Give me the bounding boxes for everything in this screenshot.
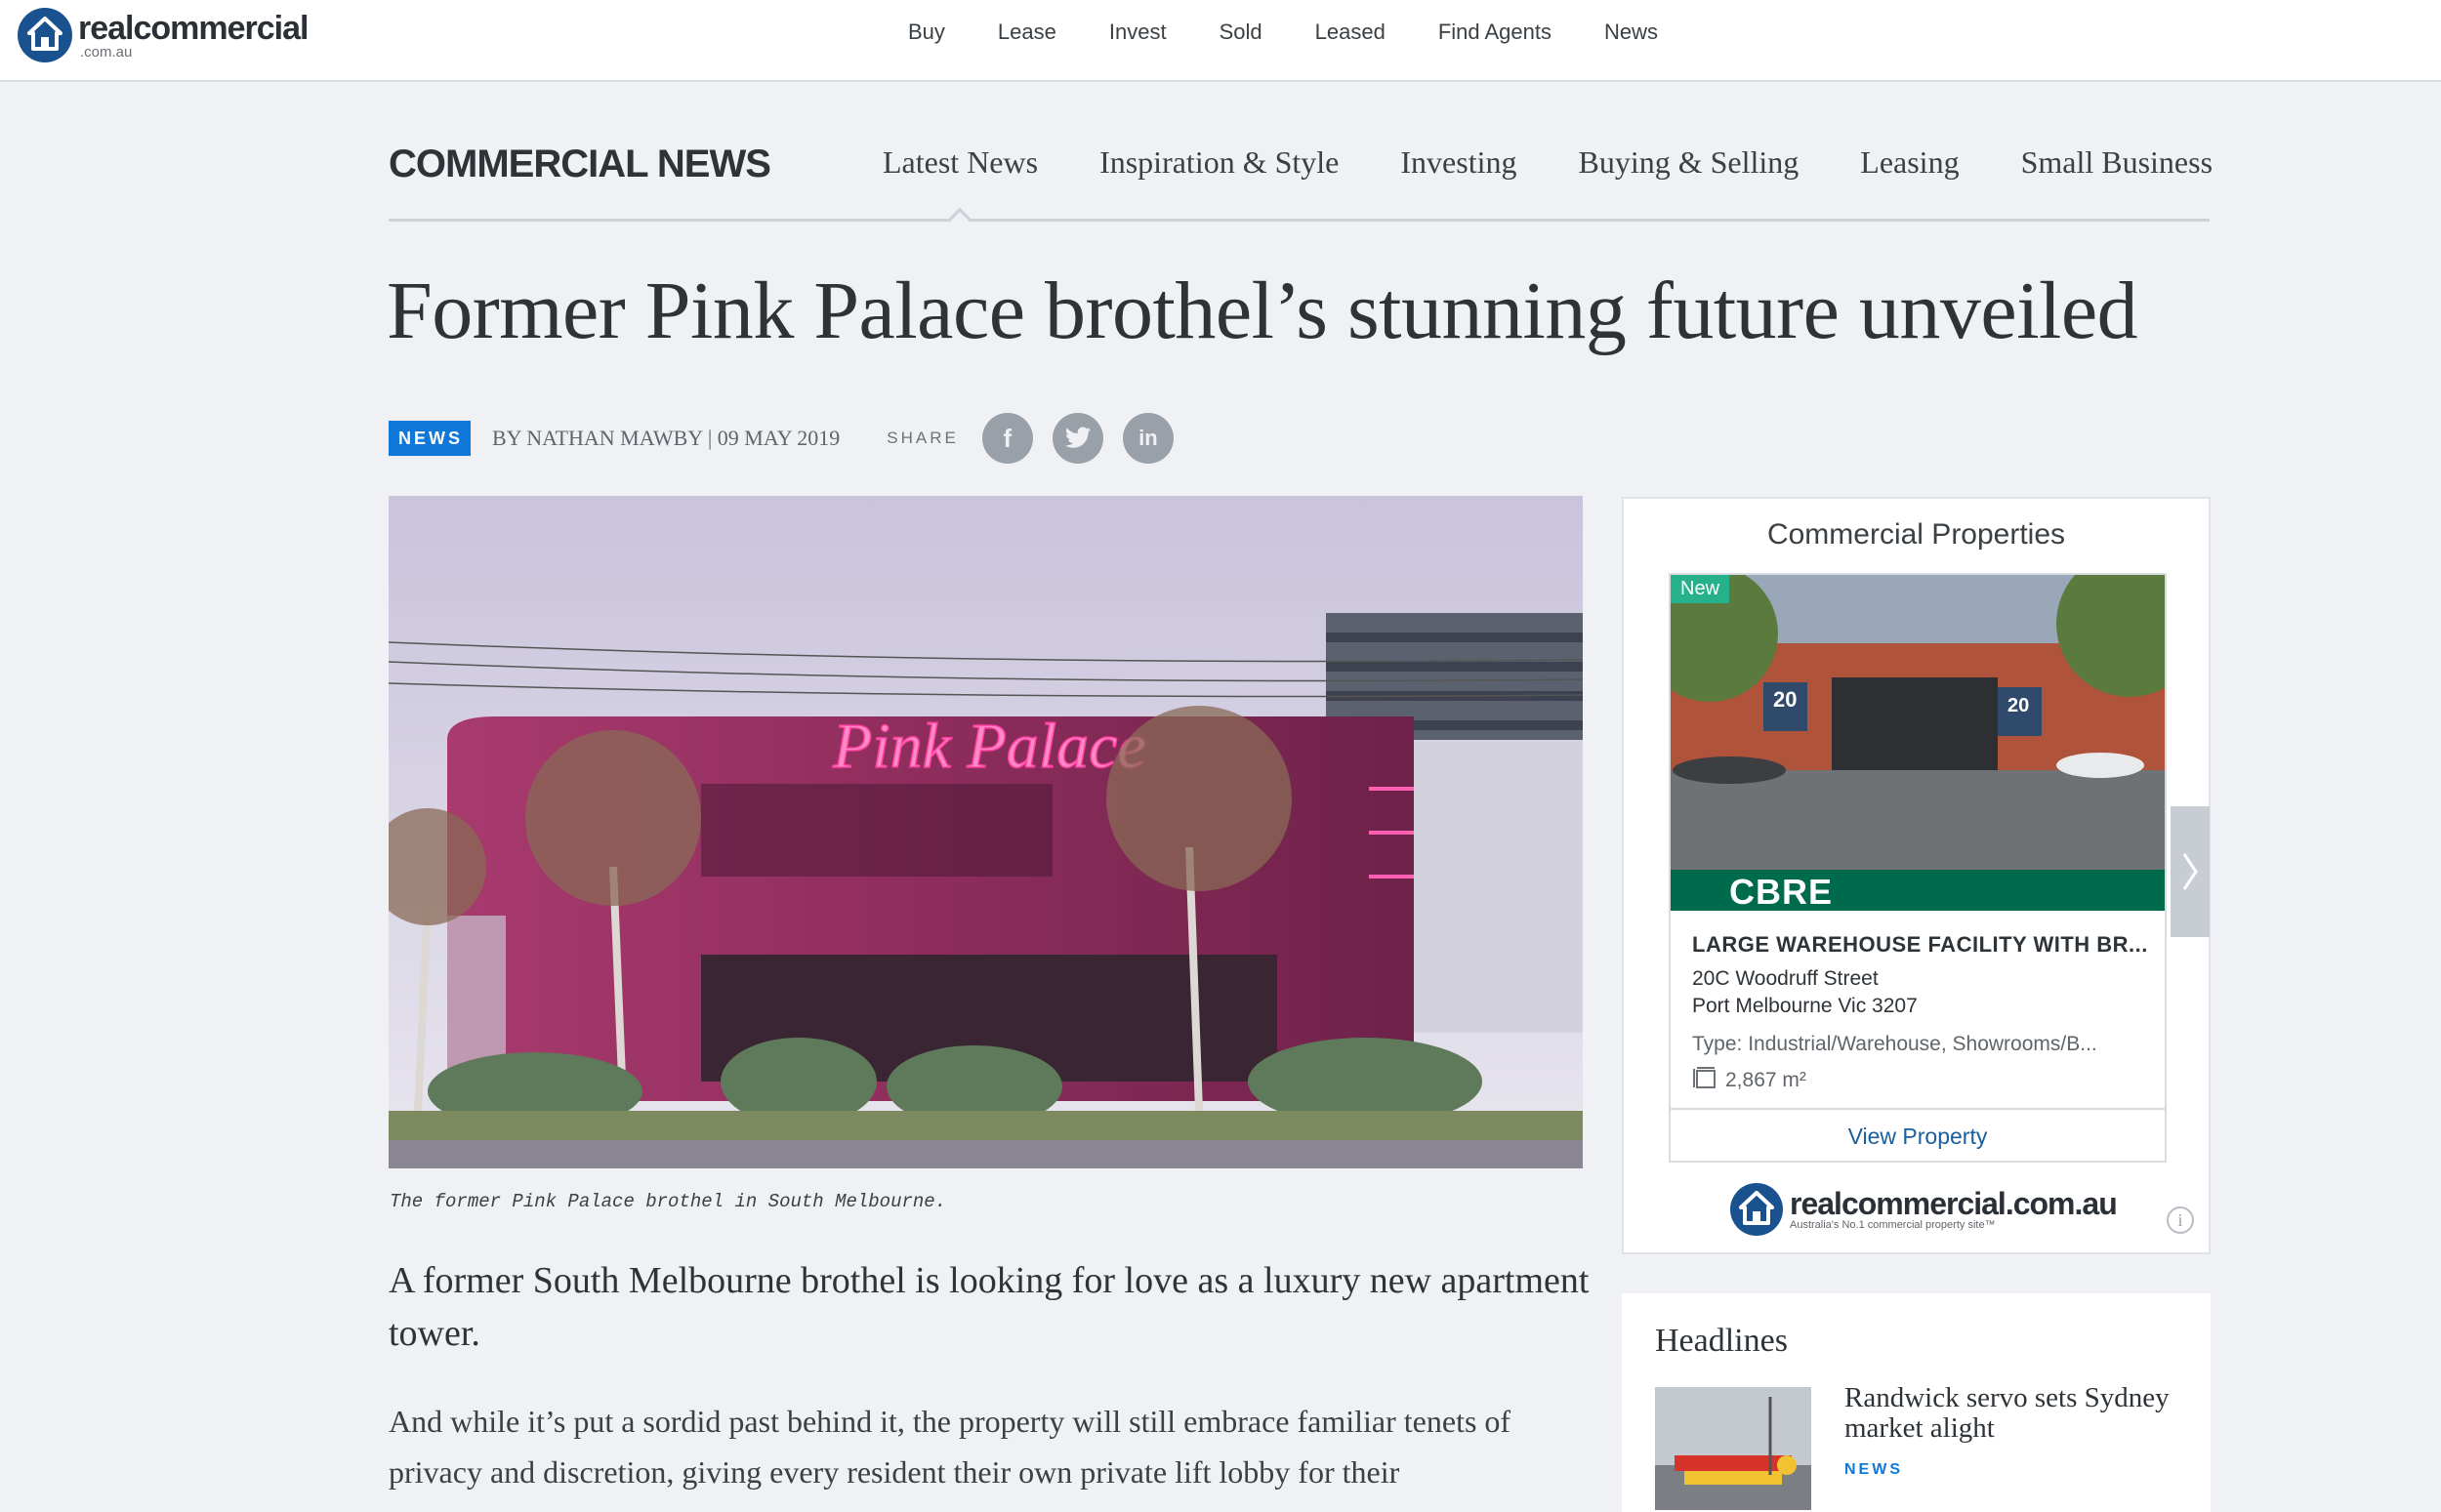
logo-domain: .com.au [80, 43, 133, 61]
byline: BY NATHAN MAWBY | 09 MAY 2019 [492, 426, 841, 450]
tab-investing[interactable]: Investing [1400, 144, 1516, 181]
tab-inspiration-style[interactable]: Inspiration & Style [1099, 144, 1339, 181]
property-area-value: 2,867 m² [1725, 1069, 1806, 1091]
headlines-title: Headlines [1655, 1323, 1788, 1359]
house-logo-icon [1730, 1183, 1783, 1236]
widget-brand-name: realcommercial.com.au [1790, 1186, 2118, 1221]
top-nav-find-agents[interactable]: Find Agents [1438, 20, 1551, 45]
tab-leasing[interactable]: Leasing [1860, 144, 1959, 181]
property-area: 2,867 m² [1692, 1066, 1806, 1095]
top-nav-leased[interactable]: Leased [1315, 20, 1386, 45]
linkedin-icon[interactable]: in [1122, 413, 1174, 464]
new-listing-badge: New [1671, 575, 1730, 603]
agency-logo: CBRE [1729, 872, 1834, 912]
property-card[interactable]: 20 20 New CBRE LARGE WAREHOUSE FACILITY … [1669, 573, 2167, 1163]
agency-banner: CBRE [1671, 870, 2165, 912]
twitter-icon[interactable] [1052, 413, 1103, 464]
headline-thumbnail[interactable] [1655, 1387, 1811, 1510]
floor-area-icon [1692, 1066, 1717, 1095]
widget-brand-footer[interactable]: realcommercial.com.au Australia's No.1 c… [1729, 1182, 2118, 1237]
article-meta: NEWS BY NATHAN MAWBY | 09 MAY 2019 SHARE… [389, 413, 1174, 464]
section-divider [389, 219, 2210, 222]
headline-link[interactable]: Randwick servo sets Sydney market alight [1844, 1383, 2176, 1444]
category-badge[interactable]: NEWS [389, 421, 471, 456]
tab-latest-news[interactable]: Latest News [883, 144, 1038, 181]
property-name[interactable]: LARGE WAREHOUSE FACILITY WITH BR... [1692, 932, 2148, 958]
section-nav: Latest News Inspiration & Style Investin… [883, 144, 2213, 181]
top-nav-sold[interactable]: Sold [1220, 20, 1262, 45]
article-lead: A former South Melbourne brothel is look… [389, 1260, 1590, 1354]
article-headline: Former Pink Palace brothel’s stunning fu… [387, 266, 2138, 356]
chevron-right-icon [2182, 853, 2198, 890]
widget-title: Commercial Properties [1766, 518, 2066, 551]
facebook-icon[interactable]: f [981, 413, 1033, 464]
headline-category-tag: NEWS [1844, 1461, 1903, 1478]
top-nav-buy[interactable]: Buy [908, 20, 945, 45]
tab-small-business[interactable]: Small Business [2021, 144, 2213, 181]
property-address-suburb: Port Melbourne Vic 3207 [1692, 995, 1918, 1017]
site-header: realcommercial .com.au Buy Lease Invest … [0, 0, 2441, 82]
top-nav-invest[interactable]: Invest [1109, 20, 1167, 45]
info-icon[interactable]: i [2167, 1206, 2194, 1234]
hero-image: Pink Palace [389, 496, 1583, 1168]
house-logo-icon [18, 8, 72, 62]
property-address-street: 20C Woodruff Street [1692, 967, 1879, 990]
carousel-next-button[interactable] [2171, 806, 2210, 937]
headlines-widget: Headlines Randwick servo sets Sydney mar… [1622, 1293, 2211, 1512]
active-tab-caret-icon [948, 207, 972, 230]
article-paragraph: And while it’s put a sordid past behind … [389, 1404, 1511, 1490]
top-nav: Buy Lease Invest Sold Leased Find Agents… [908, 0, 1711, 64]
section-title[interactable]: COMMERCIAL NEWS [389, 143, 771, 186]
neon-sign: Pink Palace [832, 711, 1146, 782]
top-nav-news[interactable]: News [1604, 20, 1658, 45]
property-image[interactable]: 20 20 New [1671, 575, 2165, 870]
share-label: SHARE [887, 429, 959, 447]
site-logo[interactable]: realcommercial .com.au [18, 6, 309, 64]
logo-wordmark: realcommercial [78, 9, 309, 47]
building-number: 20 [1773, 687, 1797, 712]
top-nav-lease[interactable]: Lease [998, 20, 1056, 45]
building-number: 20 [2007, 695, 2029, 716]
image-caption: The former Pink Palace brothel in South … [390, 1191, 947, 1212]
commercial-properties-widget: Commercial Properties 20 20 New CBRE LAR… [1622, 497, 2211, 1254]
view-property-button[interactable]: View Property [1671, 1108, 2165, 1163]
tab-buying-selling[interactable]: Buying & Selling [1578, 144, 1799, 181]
property-type: Type: Industrial/Warehouse, Showrooms/B.… [1692, 1033, 2097, 1055]
